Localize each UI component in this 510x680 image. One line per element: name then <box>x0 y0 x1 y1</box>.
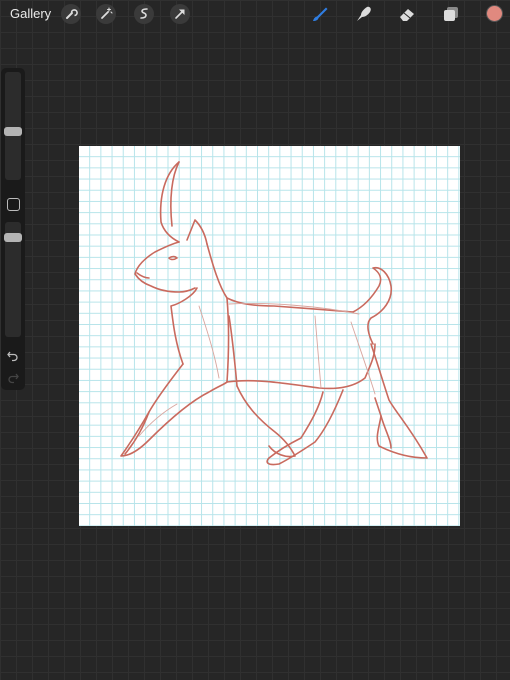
sidebar <box>1 68 25 390</box>
brush-icon[interactable] <box>308 3 330 25</box>
top-toolbar: Gallery <box>0 0 510 28</box>
layers-icon[interactable] <box>440 3 462 25</box>
redo-icon[interactable] <box>6 370 20 384</box>
magic-wand-icon[interactable] <box>95 3 117 25</box>
gallery-button[interactable]: Gallery <box>10 6 51 21</box>
brush-size-handle[interactable] <box>4 127 22 136</box>
animal-sketch <box>120 161 428 466</box>
eraser-icon[interactable] <box>396 3 418 25</box>
opacity-handle[interactable] <box>4 233 22 242</box>
wrench-icon[interactable] <box>60 3 82 25</box>
selection-icon[interactable] <box>133 3 155 25</box>
drawing-canvas[interactable] <box>79 146 460 526</box>
color-picker-button[interactable] <box>486 5 503 22</box>
undo-icon[interactable] <box>6 348 20 362</box>
brush-size-slider[interactable] <box>4 72 22 180</box>
modify-square-icon[interactable] <box>7 198 20 211</box>
transform-arrow-icon[interactable] <box>169 3 191 25</box>
opacity-slider[interactable] <box>4 222 22 337</box>
smudge-icon[interactable] <box>352 3 374 25</box>
